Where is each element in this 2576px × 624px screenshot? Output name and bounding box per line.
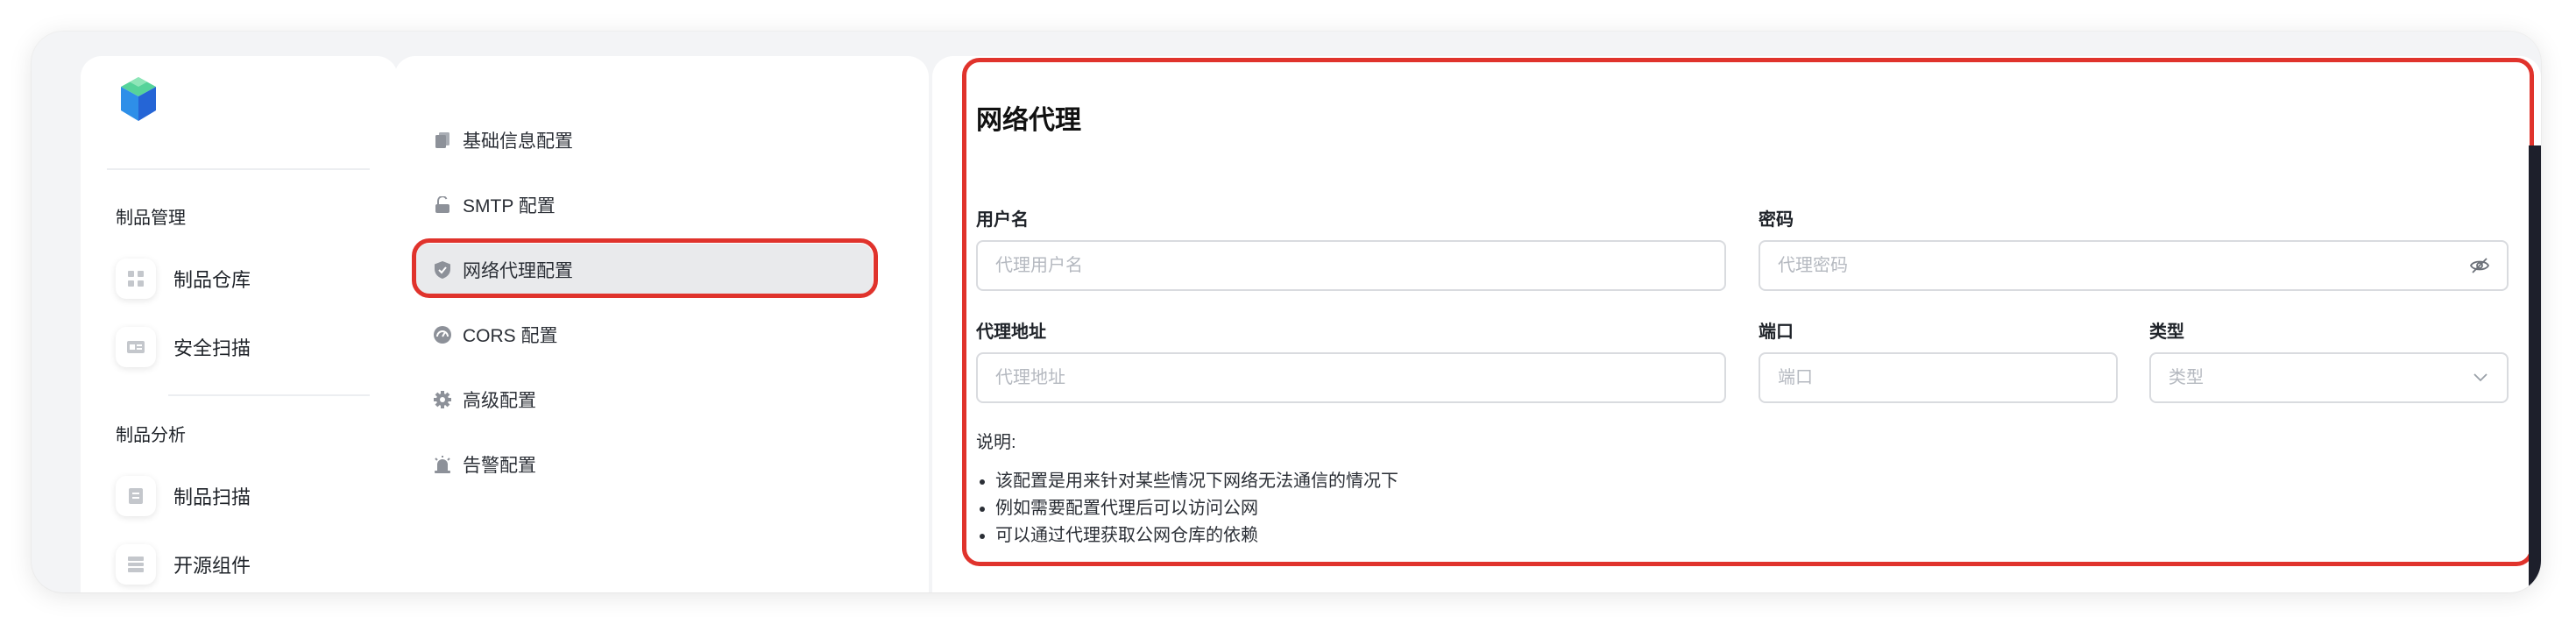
network-proxy-panel: 网络代理 用户名 密码 代理地址 端口 类型 说明: 该	[932, 56, 2541, 592]
app-logo[interactable]	[117, 75, 159, 123]
username-field-box	[976, 240, 1726, 291]
sidebar-item-artifact-scan[interactable]: 制品扫描	[116, 472, 379, 521]
menu-item-label: SMTP 配置	[463, 196, 556, 216]
document-icon	[116, 476, 156, 516]
sidebar-item-label: 制品仓库	[173, 269, 251, 291]
sidebar-item-artifact-repo[interactable]: 制品仓库	[116, 254, 379, 303]
password-field-box	[1759, 240, 2509, 291]
port-field-box	[1759, 352, 2118, 403]
sidebar-item-open-source[interactable]: 开源组件	[116, 540, 379, 589]
list-item: 该配置是用来针对某些情况下网络无法通信的情况下	[995, 468, 1398, 495]
list-item: 可以通过代理获取公网仓库的依赖	[995, 522, 1398, 550]
sidebar-item-label: 开源组件	[173, 555, 251, 577]
gauge-icon	[433, 325, 452, 344]
port-label: 端口	[1759, 323, 1794, 342]
menu-item-basic-info[interactable]: 基础信息配置	[415, 114, 873, 167]
menu-item-label: 告警配置	[463, 456, 536, 476]
username-input[interactable]	[994, 254, 1709, 277]
group-title-artifact-analysis: 制品分析	[116, 426, 186, 445]
config-menu: 基础信息配置 SMTP 配置 网络代理配置 CORS 配置 高级配置 告警配置	[394, 56, 929, 592]
group-title-artifact-management: 制品管理	[116, 209, 186, 228]
gear-icon	[433, 390, 452, 409]
address-field-box	[976, 352, 1726, 403]
type-select-value[interactable]	[2167, 366, 2470, 389]
menu-item-advanced[interactable]: 高级配置	[415, 373, 873, 426]
list-item: 例如需要配置代理后可以访问公网	[995, 495, 1398, 522]
sidebar-item-label: 安全扫描	[173, 337, 251, 359]
port-input[interactable]	[1776, 366, 2100, 389]
background-window-edge	[2529, 145, 2541, 592]
app-window: 制品管理 制品仓库 安全扫描 制品分析 制品扫描 开源组件 基础信息配置 SMT…	[32, 32, 2541, 592]
lock-open-icon	[433, 195, 452, 215]
type-select[interactable]	[2149, 352, 2509, 403]
menu-item-alert[interactable]: 告警配置	[415, 438, 873, 491]
scan-card-icon	[116, 327, 156, 367]
menu-item-cors[interactable]: CORS 配置	[415, 308, 873, 361]
password-input[interactable]	[1776, 254, 2469, 277]
note-list: 该配置是用来针对某些情况下网络无法通信的情况下 例如需要配置代理后可以访问公网 …	[976, 468, 1398, 550]
chevron-down-icon[interactable]	[2470, 366, 2491, 389]
note-title: 说明:	[976, 433, 1016, 452]
address-input[interactable]	[994, 366, 1709, 389]
eye-off-icon[interactable]	[2469, 254, 2491, 277]
grid-icon	[116, 259, 156, 299]
sidebar: 制品管理 制品仓库 安全扫描 制品分析 制品扫描 开源组件	[81, 56, 398, 592]
files-icon	[433, 131, 452, 150]
menu-item-label: 网络代理配置	[463, 261, 573, 281]
menu-item-label: CORS 配置	[463, 326, 558, 346]
menu-item-network-proxy[interactable]: 网络代理配置	[415, 244, 873, 296]
menu-item-smtp[interactable]: SMTP 配置	[415, 179, 873, 231]
shield-icon	[433, 260, 452, 280]
type-label: 类型	[2149, 323, 2184, 342]
address-label: 代理地址	[976, 323, 1046, 342]
sidebar-divider	[168, 394, 370, 396]
page-title: 网络代理	[976, 106, 1081, 135]
password-label: 密码	[1759, 210, 1794, 230]
sidebar-item-label: 制品扫描	[173, 486, 251, 508]
sidebar-divider	[107, 168, 370, 170]
alarm-icon	[433, 455, 452, 474]
list-icon	[116, 544, 156, 585]
menu-item-label: 高级配置	[463, 391, 536, 411]
sidebar-item-security-scan[interactable]: 安全扫描	[116, 323, 379, 372]
menu-item-label: 基础信息配置	[463, 131, 573, 152]
username-label: 用户名	[976, 210, 1029, 230]
